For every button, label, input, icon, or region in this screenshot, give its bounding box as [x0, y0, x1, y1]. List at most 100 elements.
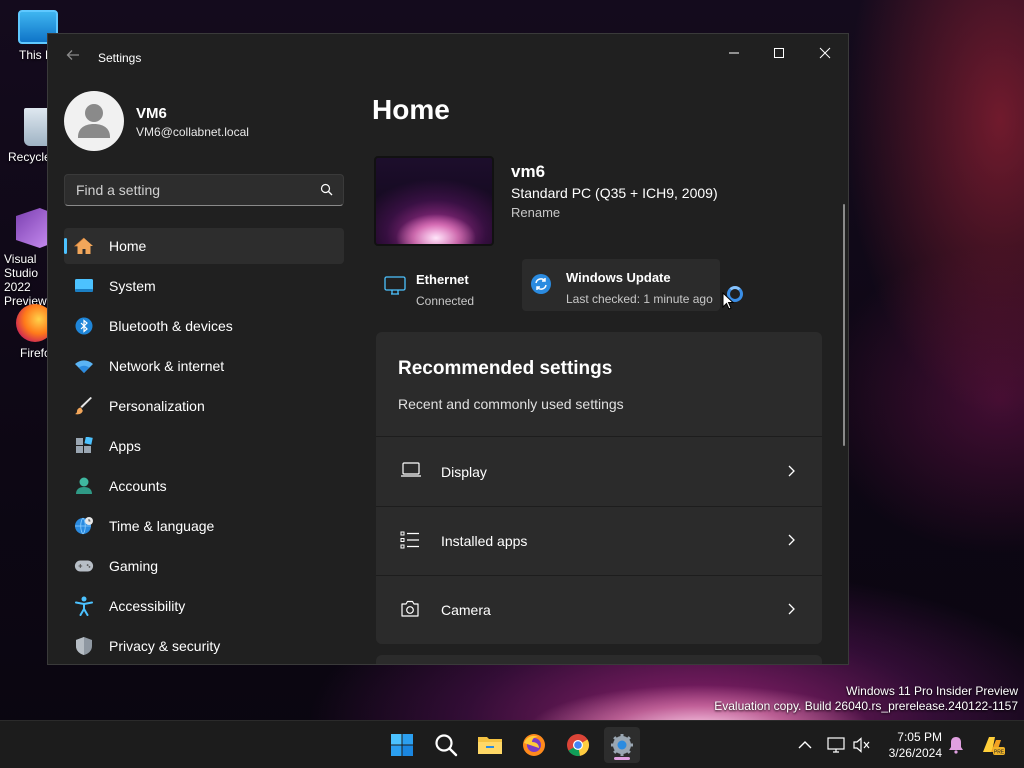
sidebar-item-personalization[interactable]: Personalization [64, 388, 344, 424]
avatar[interactable] [64, 91, 124, 151]
sidebar-item-gaming[interactable]: Gaming [64, 548, 344, 584]
sidebar-item-label: Home [109, 238, 147, 254]
pc-wallpaper-thumbnail [374, 156, 494, 246]
home-icon [74, 236, 94, 256]
svg-text:PRE: PRE [994, 750, 1005, 756]
bell-icon [949, 737, 963, 754]
settings-window: Settings VM6 VM6@collabnet.local Home [47, 33, 849, 665]
evaluation-watermark: Windows 11 Pro Insider Preview Evaluatio… [714, 684, 1018, 714]
divider [376, 436, 822, 437]
close-button[interactable] [803, 38, 847, 68]
brush-icon [74, 396, 94, 416]
ethernet-status-text: Connected [416, 294, 475, 308]
settings-icon [611, 734, 633, 756]
search-icon[interactable] [320, 183, 333, 201]
sidebar-item-privacy-security[interactable]: Privacy & security [64, 628, 344, 664]
chevron-right-icon [786, 602, 796, 621]
sidebar-item-label: Gaming [109, 558, 159, 574]
maximize-icon [774, 48, 784, 58]
ethernet-icon [384, 275, 406, 302]
network-icon [827, 737, 845, 753]
search-box[interactable] [64, 174, 344, 206]
sidebar-item-label: Time & language [109, 518, 215, 534]
recommended-item-display[interactable]: Display [376, 438, 822, 506]
search-input[interactable] [65, 175, 305, 205]
person-icon [74, 476, 94, 496]
folder-icon [478, 737, 502, 754]
copilot-button[interactable]: PRE [980, 735, 1006, 756]
sidebar-item-label: Network & internet [109, 358, 225, 374]
sidebar-item-home[interactable]: Home [64, 228, 344, 264]
desktop-icon-label: Visual Studio 2022 Preview [4, 252, 47, 308]
sidebar-item-label: Apps [109, 438, 141, 454]
sidebar-item-label: Personalization [109, 398, 205, 414]
globe-clock-icon [74, 516, 94, 536]
page-title: Home [372, 94, 450, 125]
recommended-settings-card: Recommended settings Recent and commonly… [376, 332, 822, 644]
minimize-button[interactable] [712, 38, 756, 68]
card-title: Recommended settings [398, 358, 613, 379]
sidebar-item-system[interactable]: System [64, 268, 344, 304]
active-indicator [614, 757, 630, 760]
search-button[interactable] [428, 727, 464, 763]
taskbar-clock[interactable]: 7:05 PM 3/26/2024 [889, 729, 942, 761]
taskbar: 7:05 PM 3/26/2024 PRE [0, 720, 1024, 768]
search-icon [435, 734, 458, 757]
recommended-item-label: Display [441, 464, 487, 480]
apps-icon [74, 436, 94, 456]
camera-icon [400, 600, 420, 623]
start-button[interactable] [384, 727, 420, 763]
ethernet-status[interactable]: Ethernet Connected [376, 261, 516, 311]
recommended-item-label: Installed apps [441, 533, 528, 549]
start-icon [391, 734, 413, 756]
chevron-up-icon [798, 741, 812, 749]
settings-taskbar-button[interactable] [604, 727, 640, 763]
firefox-icon [523, 734, 545, 756]
scrollbar[interactable] [843, 204, 845, 446]
recommended-item-camera[interactable]: Camera [376, 576, 822, 644]
firefox-taskbar-button[interactable] [516, 727, 552, 763]
mouse-cursor-icon [722, 292, 734, 310]
maximize-button[interactable] [757, 38, 801, 68]
watermark-line-1: Windows 11 Pro Insider Preview [846, 684, 1018, 698]
close-icon [819, 47, 831, 59]
sidebar-item-time-language[interactable]: Time & language [64, 508, 344, 544]
sidebar-item-network[interactable]: Network & internet [64, 348, 344, 384]
windows-update-status[interactable]: Windows Update Last checked: 1 minute ag… [522, 259, 720, 311]
ethernet-title: Ethernet [416, 272, 469, 287]
windows-update-title: Windows Update [566, 270, 671, 285]
sidebar-item-label: Bluetooth & devices [109, 318, 233, 334]
user-email: VM6@collabnet.local [136, 125, 249, 139]
sidebar-item-bluetooth[interactable]: Bluetooth & devices [64, 308, 344, 344]
shield-icon [74, 636, 94, 656]
recommended-item-installed-apps[interactable]: Installed apps [376, 507, 822, 575]
visual-studio-icon [16, 208, 50, 248]
sidebar-item-accounts[interactable]: Accounts [64, 468, 344, 504]
chrome-taskbar-button[interactable] [560, 727, 596, 763]
main-content: Home vm6 Standard PC (Q35 + ICH9, 2009) … [372, 82, 848, 664]
pc-model: Standard PC (Q35 + ICH9, 2009) [511, 185, 718, 201]
sidebar-item-label: Accessibility [109, 598, 186, 614]
sidebar-item-label: Privacy & security [109, 638, 221, 654]
file-explorer-button[interactable] [472, 727, 508, 763]
notifications-button[interactable] [946, 735, 966, 755]
sidebar-item-apps[interactable]: Apps [64, 428, 344, 464]
list-icon [400, 531, 420, 554]
back-button[interactable] [62, 48, 84, 68]
show-hidden-icons-button[interactable] [795, 735, 815, 755]
sidebar-item-label: Accounts [109, 478, 167, 494]
rename-link[interactable]: Rename [511, 205, 560, 220]
window-title: Settings [98, 51, 142, 65]
clock-time: 7:05 PM [897, 730, 942, 744]
system-icon [74, 276, 94, 296]
sidebar-item-accessibility[interactable]: Accessibility [64, 588, 344, 624]
user-name: VM6 [136, 105, 167, 122]
sidebar-item-label: System [109, 278, 156, 294]
network-tray-button[interactable] [826, 735, 846, 755]
display-icon [400, 462, 422, 483]
title-bar[interactable]: Settings [48, 34, 848, 82]
gamepad-icon [74, 556, 94, 576]
person-icon [78, 104, 110, 138]
watermark-line-2: Evaluation copy. Build 26040.rs_prerelea… [714, 699, 1018, 713]
volume-tray-button[interactable] [852, 735, 872, 755]
